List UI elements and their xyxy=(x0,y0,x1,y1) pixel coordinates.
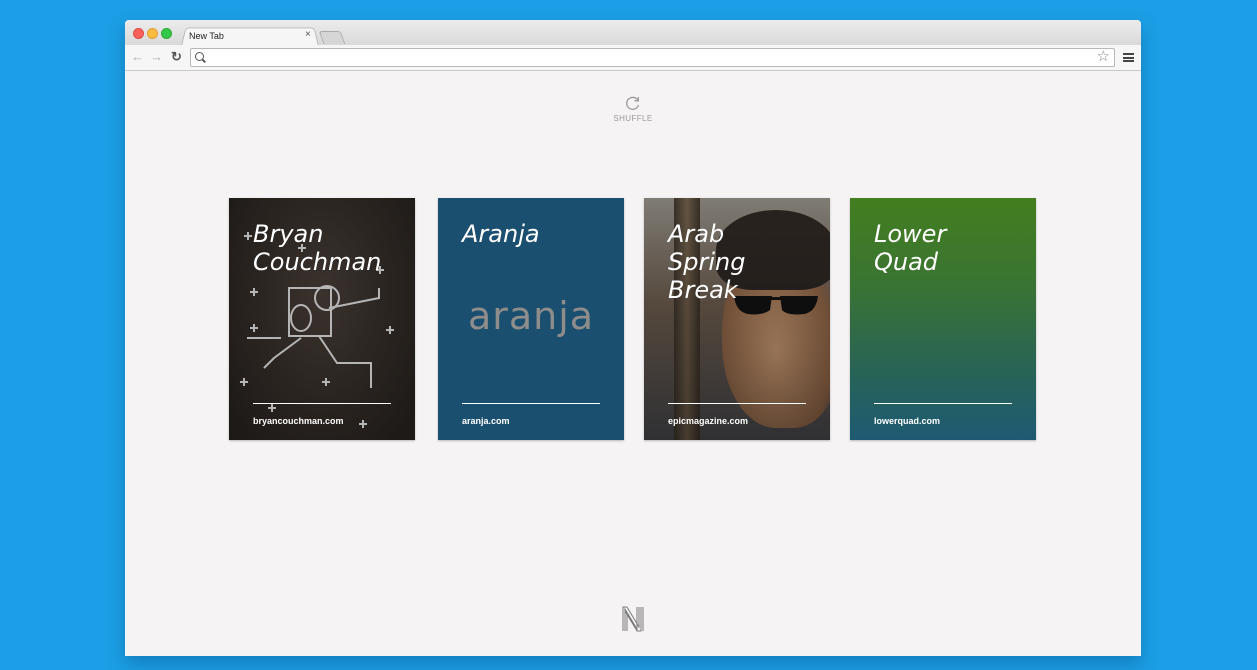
card-title: Bryan Couchman xyxy=(253,220,382,276)
site-card-lowerquad[interactable]: Lower Quad lowerquad.com xyxy=(850,198,1036,440)
shuffle-label: SHUFFLE xyxy=(613,114,653,123)
hamburger-menu-icon[interactable] xyxy=(1123,53,1134,62)
aranja-logo: aranja xyxy=(467,294,595,338)
address-input[interactable] xyxy=(209,49,1089,66)
card-title: Aranja xyxy=(462,220,540,248)
address-bar[interactable]: ☆ xyxy=(190,48,1115,67)
card-divider xyxy=(253,403,391,404)
card-url: lowerquad.com xyxy=(874,416,941,426)
refresh-icon xyxy=(626,96,640,111)
tab-title: New Tab xyxy=(189,31,224,41)
maximize-window-button[interactable] xyxy=(161,28,172,39)
new-tab-button[interactable] xyxy=(318,31,346,44)
card-url: epicmagazine.com xyxy=(668,416,749,426)
site-card-epicmagazine[interactable]: Arab Spring Break epicmagazine.com xyxy=(644,198,830,440)
browser-toolbar: ← → ↻ ☆ xyxy=(125,45,1141,71)
tab-close-icon[interactable]: × xyxy=(305,30,311,40)
back-arrow-icon[interactable]: ← xyxy=(131,49,144,65)
shuffle-button[interactable]: SHUFFLE xyxy=(605,94,661,123)
card-title: Arab Spring Break xyxy=(668,220,746,304)
card-title: Lower Quad xyxy=(874,220,947,276)
site-card-bryancouchman[interactable]: Bryan Couchman bryancouchman.com xyxy=(229,198,415,440)
close-window-button[interactable] xyxy=(133,28,144,39)
search-icon xyxy=(195,52,204,61)
reload-icon[interactable]: ↻ xyxy=(171,49,182,65)
card-divider xyxy=(462,403,600,404)
n-logo-icon xyxy=(622,606,644,632)
card-url: bryancouchman.com xyxy=(253,416,344,426)
minimize-window-button[interactable] xyxy=(147,28,158,39)
bookmark-star-icon[interactable]: ☆ xyxy=(1097,48,1110,66)
site-card-aranja[interactable]: Aranja aranja aranja.com xyxy=(438,198,624,440)
card-divider xyxy=(668,403,806,404)
browser-window: New Tab × ← → ↻ ☆ SHUFFLE Bryan Couchman… xyxy=(125,20,1141,656)
card-url: aranja.com xyxy=(462,416,510,426)
forward-arrow-icon[interactable]: → xyxy=(150,49,163,65)
card-divider xyxy=(874,403,1012,404)
title-bar: New Tab × xyxy=(125,20,1141,46)
